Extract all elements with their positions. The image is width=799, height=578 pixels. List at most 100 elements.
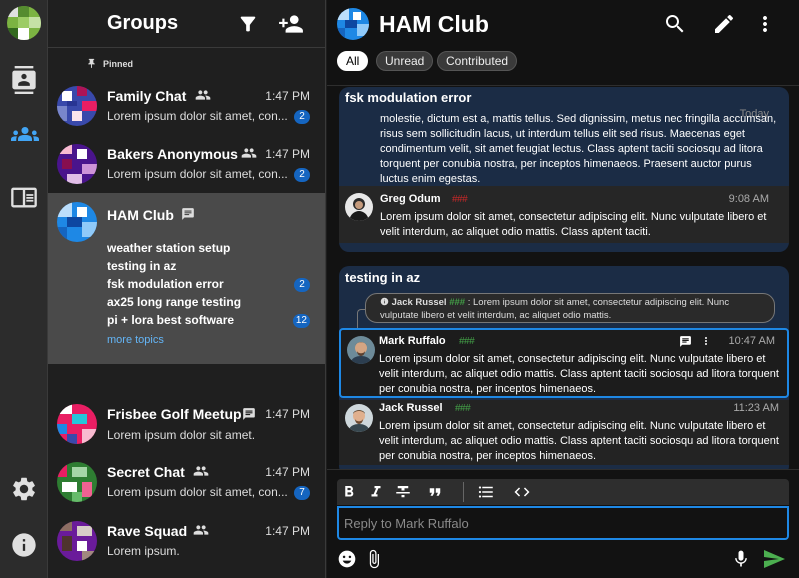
message-time: 11:23 AM xyxy=(733,402,779,414)
quote-hash: ### xyxy=(449,297,466,308)
group-row-bakers-anonymous[interactable]: Bakers Anonymous 1:47 PM Lorem ipsum dol… xyxy=(48,136,325,192)
app-logo[interactable] xyxy=(7,6,41,40)
edit-icon[interactable] xyxy=(712,12,736,36)
message-item-selected[interactable]: Mark Ruffalo ### 10:47 AM Lorem ipsum do… xyxy=(339,328,789,398)
group-time: 1:47 PM xyxy=(265,407,310,421)
topic-link[interactable]: fsk modulation error xyxy=(107,277,224,291)
topic-link[interactable]: pi + lora best software xyxy=(107,313,234,327)
avatar xyxy=(57,521,97,561)
group-time: 1:47 PM xyxy=(265,89,310,103)
chat-avatar[interactable] xyxy=(337,8,369,40)
topic-title[interactable]: fsk modulation error xyxy=(345,90,471,105)
people-icon xyxy=(240,145,258,161)
topic-link[interactable]: testing in az xyxy=(107,259,176,273)
people-icon xyxy=(192,522,210,538)
message-item[interactable]: Jack Russel ### 11:23 AM Lorem ipsum dol… xyxy=(339,400,789,465)
chat-panel: HAM Club All Unread Contributed fsk modu… xyxy=(327,0,799,578)
bold-icon[interactable] xyxy=(340,483,358,501)
message-author[interactable]: Mark Ruffalo xyxy=(379,335,446,347)
add-group-icon[interactable] xyxy=(275,11,307,37)
group-preview: Lorem ipsum dolor sit amet, con... xyxy=(107,167,288,181)
groups-title: Groups xyxy=(107,12,179,34)
chat-icon xyxy=(242,407,256,421)
pin-icon xyxy=(86,58,97,69)
italic-icon[interactable] xyxy=(367,483,385,501)
people-icon xyxy=(194,87,212,103)
group-time: 1:47 PM xyxy=(265,524,310,538)
author-hash: ### xyxy=(455,403,471,414)
info-icon xyxy=(380,297,389,306)
group-time: 1:47 PM xyxy=(265,465,310,479)
message-author[interactable]: Jack Russel xyxy=(379,402,443,414)
topic-link[interactable]: ax25 long range testing xyxy=(107,295,241,309)
pinned-section-label: Pinned xyxy=(86,58,133,69)
reply-topic-icon[interactable] xyxy=(679,335,692,348)
group-row-family-chat[interactable]: Family Chat 1:47 PM Lorem ipsum dolor si… xyxy=(48,78,325,134)
avatar xyxy=(57,144,97,184)
filter-icon[interactable] xyxy=(237,13,259,35)
avatar xyxy=(57,462,97,502)
filter-chip-contributed[interactable]: Contributed xyxy=(437,51,518,71)
message-time: 10:47 AM xyxy=(728,335,775,347)
attach-icon[interactable] xyxy=(364,549,384,569)
group-row-ham-club[interactable]: HAM Club weather station setup testing i… xyxy=(48,193,325,364)
group-preview: Lorem ipsum dolor sit amet, con... xyxy=(107,485,288,499)
quote-icon[interactable] xyxy=(425,483,445,501)
message-text: Lorem ipsum dolor sit amet, consectetur … xyxy=(379,353,779,395)
message-item[interactable]: Greg Odum ### 9:08 AM Lorem ipsum dolor … xyxy=(339,186,789,243)
chat-icon xyxy=(181,207,195,221)
message-menu-icon[interactable] xyxy=(700,334,712,348)
info-icon[interactable] xyxy=(10,531,38,559)
people-icon xyxy=(192,463,210,479)
topic-title[interactable]: testing in az xyxy=(345,270,420,285)
avatar xyxy=(57,202,97,242)
settings-icon[interactable] xyxy=(10,475,38,503)
reply-quote[interactable]: Jack Russel ### : Lorem ipsum dolor sit … xyxy=(365,293,775,323)
code-icon[interactable] xyxy=(511,483,533,501)
more-topics-link[interactable]: more topics xyxy=(107,334,164,346)
more-vert-icon[interactable] xyxy=(753,12,777,36)
message-item[interactable]: molestie, dictum est a, mattis tellus. S… xyxy=(339,106,789,185)
composer xyxy=(327,469,799,578)
unread-badge: 2 xyxy=(294,168,310,182)
group-name: Secret Chat xyxy=(107,464,185,480)
format-toolbar xyxy=(337,479,789,505)
message-list[interactable]: fsk modulation error Today molestie, dic… xyxy=(327,87,799,469)
message-author[interactable]: Greg Odum xyxy=(380,193,441,205)
microphone-icon[interactable] xyxy=(731,549,751,569)
unread-badge: 2 xyxy=(294,278,310,292)
author-hash: ### xyxy=(459,336,475,347)
reply-input[interactable] xyxy=(337,506,789,540)
groups-panel: Groups Pinned Family Chat 1:47 PM Lorem … xyxy=(48,0,326,578)
avatar xyxy=(345,193,373,221)
nav-rail xyxy=(0,0,48,578)
toolbar-divider xyxy=(463,482,464,502)
filter-chip-unread[interactable]: Unread xyxy=(376,51,434,71)
group-row-frisbee-golf-meetup[interactable]: Frisbee Golf Meetup 1:47 PM Lorem ipsum … xyxy=(48,396,325,452)
groups-icon[interactable] xyxy=(10,120,39,148)
bulleted-list-icon[interactable] xyxy=(477,483,495,501)
avatar xyxy=(347,336,375,364)
message-time: 9:08 AM xyxy=(728,193,769,205)
message-text: Lorem ipsum dolor sit amet, consectetur … xyxy=(380,211,767,238)
group-time: 1:47 PM xyxy=(265,147,310,161)
group-row-rave-squad[interactable]: Rave Squad 1:47 PM Lorem ipsum. xyxy=(48,513,325,569)
search-icon[interactable] xyxy=(663,12,687,36)
group-row-secret-chat[interactable]: Secret Chat 1:47 PM Lorem ipsum dolor si… xyxy=(48,454,325,510)
group-name: Bakers Anonymous xyxy=(107,146,238,162)
send-icon[interactable] xyxy=(761,547,787,571)
filter-chip-all[interactable]: All xyxy=(337,51,369,71)
group-preview: Lorem ipsum dolor sit amet, con... xyxy=(107,109,288,123)
topic-link[interactable]: weather station setup xyxy=(107,241,230,255)
author-hash: ### xyxy=(452,194,468,205)
group-name: Family Chat xyxy=(107,88,187,104)
emoji-icon[interactable] xyxy=(337,549,357,569)
group-preview: Lorem ipsum. xyxy=(107,544,180,558)
contacts-icon[interactable] xyxy=(10,66,38,94)
feed-icon[interactable] xyxy=(10,183,38,211)
groups-header: Groups xyxy=(48,0,325,48)
pinned-label: Pinned xyxy=(103,58,134,69)
quote-author: Jack Russel xyxy=(391,297,447,308)
strikethrough-icon[interactable] xyxy=(394,483,412,501)
avatar xyxy=(57,404,97,444)
